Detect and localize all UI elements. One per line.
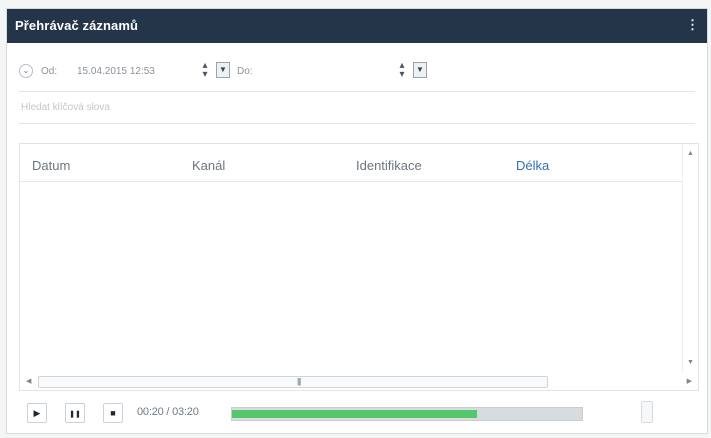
vertical-scrollbar[interactable]: ▲ ▼ <box>682 144 698 374</box>
expand-filter-icon[interactable]: ⌄ <box>19 64 33 78</box>
title-bar: Přehrávač záznamů ⋮ <box>7 9 707 43</box>
table-header: Datum Kanál Identifikace Délka <box>20 144 682 182</box>
spinner-down-icon[interactable]: ▾ <box>199 70 211 80</box>
play-button[interactable]: ▶ <box>27 403 47 423</box>
stop-button[interactable]: ■ <box>103 403 123 423</box>
from-date-spinner[interactable]: ▴ ▾ <box>199 61 211 80</box>
from-date-field[interactable]: 15.04.2015 12:53 <box>77 66 155 77</box>
spinner-down-icon[interactable]: ▾ <box>396 70 408 80</box>
from-label: Od: <box>41 66 58 77</box>
to-date-spinner[interactable]: ▴ ▾ <box>396 61 408 80</box>
horizontal-scroll-thumb[interactable]: ||| <box>38 376 548 388</box>
playback-controls: ▶ ❚❚ ■ 00:20 / 03:20 <box>19 399 699 425</box>
to-label: Do: <box>237 66 253 77</box>
keyword-search-input[interactable] <box>19 97 489 117</box>
playback-timecode: 00:20 / 03:20 <box>137 406 199 418</box>
column-header-length[interactable]: Délka <box>516 158 549 173</box>
window-title: Přehrávač záznamů <box>15 18 139 33</box>
stop-icon: ■ <box>110 408 116 418</box>
scroll-right-icon[interactable]: ▶ <box>687 377 692 385</box>
playback-progress-fill <box>232 410 477 418</box>
divider <box>19 123 695 124</box>
scroll-left-icon[interactable]: ◀ <box>26 377 31 385</box>
play-icon: ▶ <box>33 408 41 418</box>
from-date-dropdown-button[interactable]: ▼ <box>216 62 230 78</box>
horizontal-scrollbar[interactable]: ◀ ||| ▶ <box>20 374 692 390</box>
column-header-identification[interactable]: Identifikace <box>356 158 422 173</box>
scroll-up-icon[interactable]: ▲ <box>687 150 694 157</box>
divider <box>19 91 695 92</box>
scroll-down-icon[interactable]: ▼ <box>687 359 694 366</box>
pause-icon: ❚❚ <box>69 411 81 418</box>
volume-slider-handle[interactable] <box>641 401 653 423</box>
kebab-menu-icon[interactable]: ⋮ <box>686 17 699 33</box>
to-date-dropdown-button[interactable]: ▼ <box>413 62 427 78</box>
record-player-panel: Přehrávač záznamů ⋮ ⌄ Od: 15.04.2015 12:… <box>6 8 708 434</box>
date-filter-bar: ⌄ Od: 15.04.2015 12:53 ▴ ▾ ▼ Do: ▴ ▾ ▼ <box>19 61 479 83</box>
scroll-grip-icon: ||| <box>297 377 301 386</box>
column-header-channel[interactable]: Kanál <box>192 158 225 173</box>
pause-button[interactable]: ❚❚ <box>65 403 85 423</box>
recordings-table: Datum Kanál Identifikace Délka ▲ ▼ ◀ |||… <box>19 143 699 391</box>
column-header-date[interactable]: Datum <box>32 158 70 173</box>
playback-progress-bar[interactable] <box>231 407 583 421</box>
